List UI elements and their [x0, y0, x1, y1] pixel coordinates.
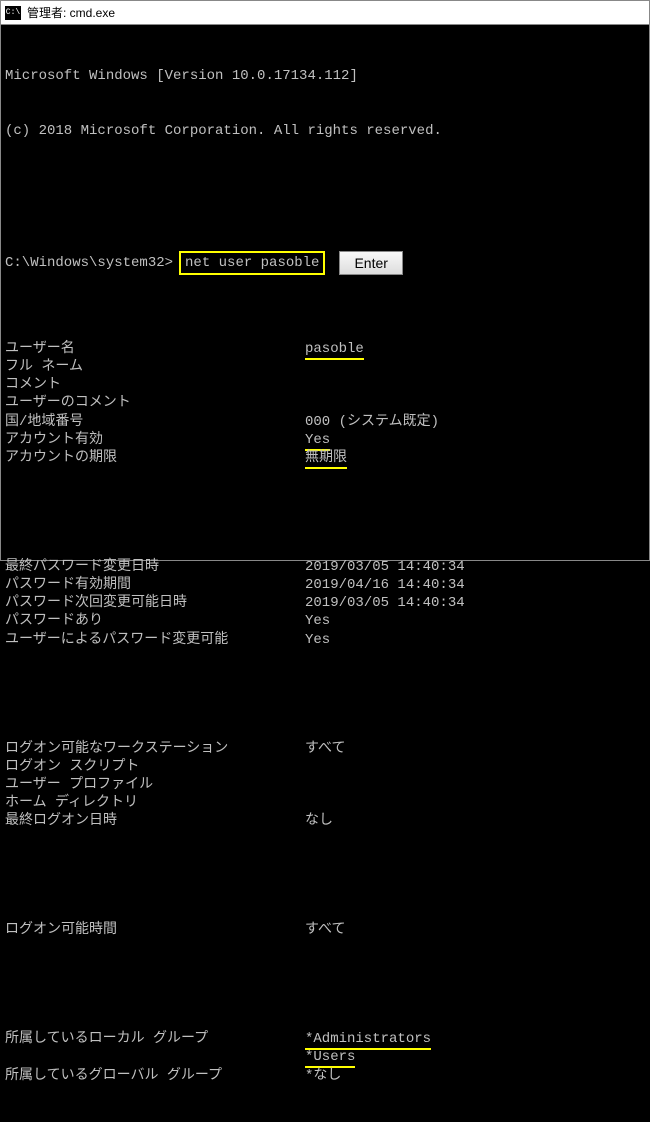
enter-button[interactable]: Enter	[339, 251, 402, 275]
command-highlight: net user pasoble	[179, 251, 325, 275]
highlighted-value: *Administrators	[305, 1031, 431, 1050]
output-row: コメント	[5, 376, 645, 394]
row-label: ログオン可能なワークステーション	[5, 740, 305, 758]
output-row: アカウント有効Yes	[5, 431, 645, 449]
row-label: フル ネーム	[5, 358, 305, 376]
row-label: ホーム ディレクトリ	[5, 794, 305, 812]
highlighted-value: *Users	[305, 1049, 355, 1068]
highlighted-value: pasoble	[305, 341, 364, 360]
row-value	[305, 376, 645, 394]
output-row: 最終ログオン日時なし	[5, 812, 645, 830]
row-value: *Administrators	[305, 1030, 645, 1048]
output-row: *Users	[5, 1048, 645, 1066]
row-label	[5, 1048, 305, 1066]
output-row: ホーム ディレクトリ	[5, 794, 645, 812]
row-label: アカウントの期限	[5, 449, 305, 467]
output-row: ユーザー名pasoble	[5, 340, 645, 358]
row-label: アカウント有効	[5, 431, 305, 449]
row-value: 2019/04/16 14:40:34	[305, 576, 645, 594]
row-label: ユーザーのコメント	[5, 394, 305, 412]
output-row: ユーザーによるパスワード変更可能Yes	[5, 631, 645, 649]
window-title: 管理者: cmd.exe	[27, 4, 115, 21]
output-row: パスワード次回変更可能日時2019/03/05 14:40:34	[5, 594, 645, 612]
row-value: すべて	[305, 921, 645, 939]
output-row: ログオン可能なワークステーションすべて	[5, 740, 645, 758]
row-label: 国/地域番号	[5, 413, 305, 431]
output-row: 所属しているローカル グループ*Administrators	[5, 1030, 645, 1048]
row-label: 所属しているローカル グループ	[5, 1030, 305, 1048]
row-value: なし	[305, 812, 645, 830]
row-label: パスワード次回変更可能日時	[5, 594, 305, 612]
row-label: ユーザー名	[5, 340, 305, 358]
row-value	[305, 358, 645, 376]
row-label: ユーザー プロファイル	[5, 776, 305, 794]
copyright-line: (c) 2018 Microsoft Corporation. All righ…	[5, 122, 645, 140]
row-value	[305, 776, 645, 794]
row-value: すべて	[305, 740, 645, 758]
row-label: ログオン スクリプト	[5, 758, 305, 776]
prompt-line: C:\Windows\system32> net user pasoble En…	[5, 251, 645, 275]
prompt-path: C:\Windows\system32>	[5, 254, 173, 272]
output-row: ユーザー プロファイル	[5, 776, 645, 794]
output-row: 所属しているグローバル グループ*なし	[5, 1067, 645, 1085]
row-label: ユーザーによるパスワード変更可能	[5, 631, 305, 649]
output-row: フル ネーム	[5, 358, 645, 376]
row-value: *なし	[305, 1067, 645, 1085]
output-row: ログオン スクリプト	[5, 758, 645, 776]
row-label: 所属しているグローバル グループ	[5, 1067, 305, 1085]
row-value	[305, 794, 645, 812]
row-value: *Users	[305, 1048, 645, 1066]
row-label: パスワード有効期間	[5, 576, 305, 594]
row-value: Yes	[305, 431, 645, 449]
cmd-icon: C:\	[5, 6, 21, 20]
highlighted-value: 無期限	[305, 450, 347, 469]
row-value	[305, 394, 645, 412]
row-value: Yes	[305, 631, 645, 649]
terminal-body[interactable]: Microsoft Windows [Version 10.0.17134.11…	[1, 25, 649, 1122]
row-value	[305, 758, 645, 776]
row-value: Yes	[305, 612, 645, 630]
output-row: 国/地域番号000 (システム既定)	[5, 413, 645, 431]
row-label: コメント	[5, 376, 305, 394]
version-line: Microsoft Windows [Version 10.0.17134.11…	[5, 67, 645, 85]
row-value: 無期限	[305, 449, 645, 467]
output-row: パスワード有効期間2019/04/16 14:40:34	[5, 576, 645, 594]
row-value: 000 (システム既定)	[305, 413, 645, 431]
output-row: ユーザーのコメント	[5, 394, 645, 412]
highlighted-value: Yes	[305, 432, 330, 451]
row-label: 最終ログオン日時	[5, 812, 305, 830]
row-value: pasoble	[305, 340, 645, 358]
output-row: パスワードありYes	[5, 612, 645, 630]
window-titlebar: C:\ 管理者: cmd.exe	[1, 1, 649, 25]
output-row: アカウントの期限無期限	[5, 449, 645, 467]
row-value: 2019/03/05 14:40:34	[305, 594, 645, 612]
row-label: パスワードあり	[5, 612, 305, 630]
output-row: ログオン可能時間すべて	[5, 921, 645, 939]
row-label: ログオン可能時間	[5, 921, 305, 939]
